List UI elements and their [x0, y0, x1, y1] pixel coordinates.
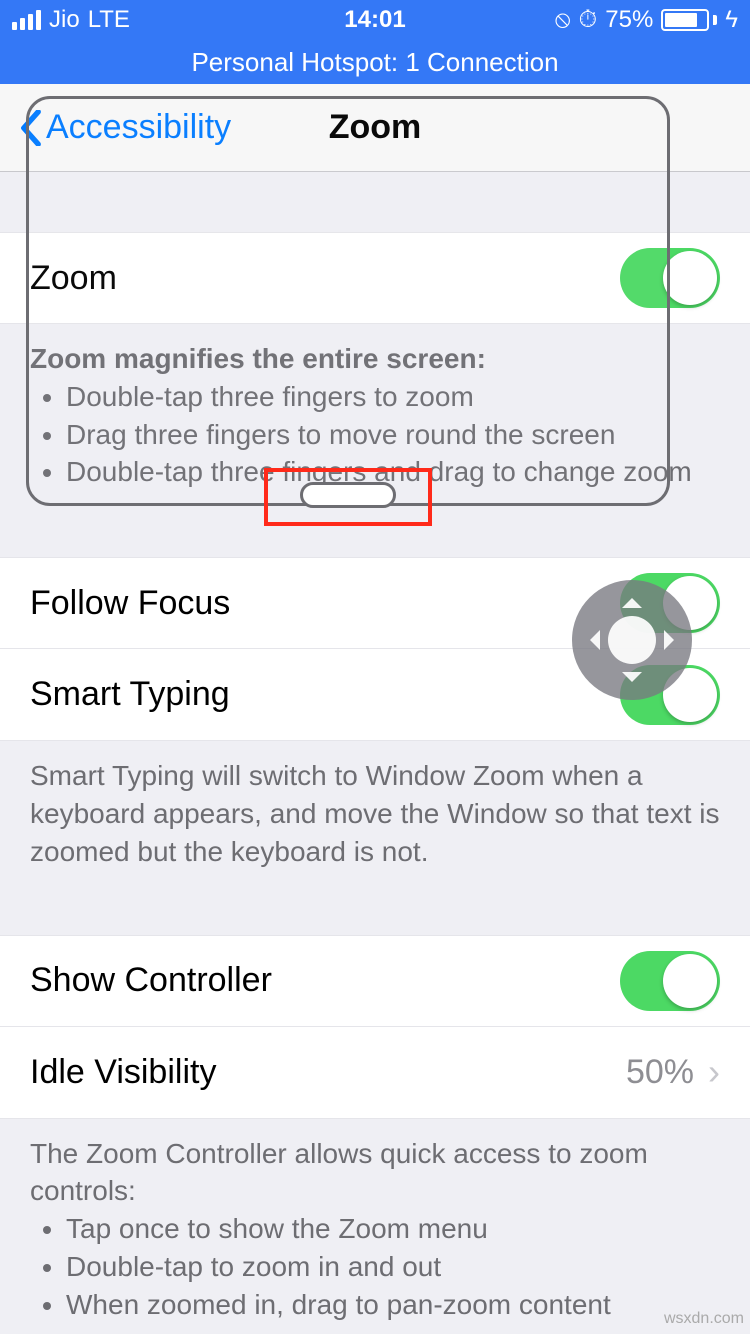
zoom-toggle[interactable]: [620, 248, 720, 308]
smart-typing-toggle[interactable]: [620, 665, 720, 725]
alarm-icon: ⏱: [579, 6, 598, 34]
controller-help-item: When zoomed in, drag to pan-zoom content: [66, 1286, 720, 1324]
smart-typing-help: Smart Typing will switch to Window Zoom …: [0, 741, 750, 894]
chevron-left-icon: [20, 110, 42, 146]
status-bar: Jio LTE 14:01 ⦸ ⏱ 75% ϟ: [0, 0, 750, 40]
show-controller-toggle[interactable]: [620, 951, 720, 1011]
zoom-label: Zoom: [30, 259, 117, 298]
charging-icon: ϟ: [725, 6, 738, 34]
watermark: wsxdn.com: [664, 1310, 744, 1328]
chevron-right-icon: ›: [708, 1051, 720, 1093]
idle-visibility-row[interactable]: Idle Visibility 50% ›: [0, 1027, 750, 1119]
back-label: Accessibility: [46, 108, 231, 147]
zoom-help-item: Double-tap three fingers to zoom: [66, 378, 720, 416]
carrier-label: Jio: [49, 6, 80, 34]
controller-help-title: The Zoom Controller allows quick access …: [30, 1135, 720, 1211]
back-button[interactable]: Accessibility: [20, 108, 231, 147]
page-title: Zoom: [329, 108, 422, 147]
follow-focus-row[interactable]: Follow Focus: [0, 557, 750, 649]
zoom-help: Zoom magnifies the entire screen: Double…: [0, 324, 750, 515]
controller-help-item: Tap once to show the Zoom menu: [66, 1210, 720, 1248]
smart-typing-label: Smart Typing: [30, 675, 230, 714]
zoom-help-item: Double-tap three fingers and drag to cha…: [66, 453, 720, 491]
battery-icon: [661, 9, 717, 31]
hotspot-banner[interactable]: Personal Hotspot: 1 Connection: [0, 40, 750, 84]
follow-focus-toggle[interactable]: [620, 573, 720, 633]
zoom-help-item: Drag three fingers to move round the scr…: [66, 416, 720, 454]
show-controller-row[interactable]: Show Controller: [0, 935, 750, 1027]
clock: 14:01: [344, 6, 405, 34]
controller-help-item: Double-tap to zoom in and out: [66, 1248, 720, 1286]
show-controller-label: Show Controller: [30, 961, 272, 1000]
zoom-row[interactable]: Zoom: [0, 232, 750, 324]
signal-icon: [12, 10, 41, 30]
idle-visibility-label: Idle Visibility: [30, 1053, 216, 1092]
idle-visibility-value: 50%: [626, 1053, 694, 1092]
follow-focus-label: Follow Focus: [30, 584, 230, 623]
nav-bar: Accessibility Zoom: [0, 84, 750, 172]
controller-help: The Zoom Controller allows quick access …: [0, 1119, 750, 1334]
battery-percent: 75%: [605, 6, 653, 34]
smart-typing-row[interactable]: Smart Typing: [0, 649, 750, 741]
zoom-help-title: Zoom magnifies the entire screen:: [30, 340, 720, 378]
orientation-lock-icon: ⦸: [555, 6, 571, 34]
network-label: LTE: [88, 6, 130, 34]
